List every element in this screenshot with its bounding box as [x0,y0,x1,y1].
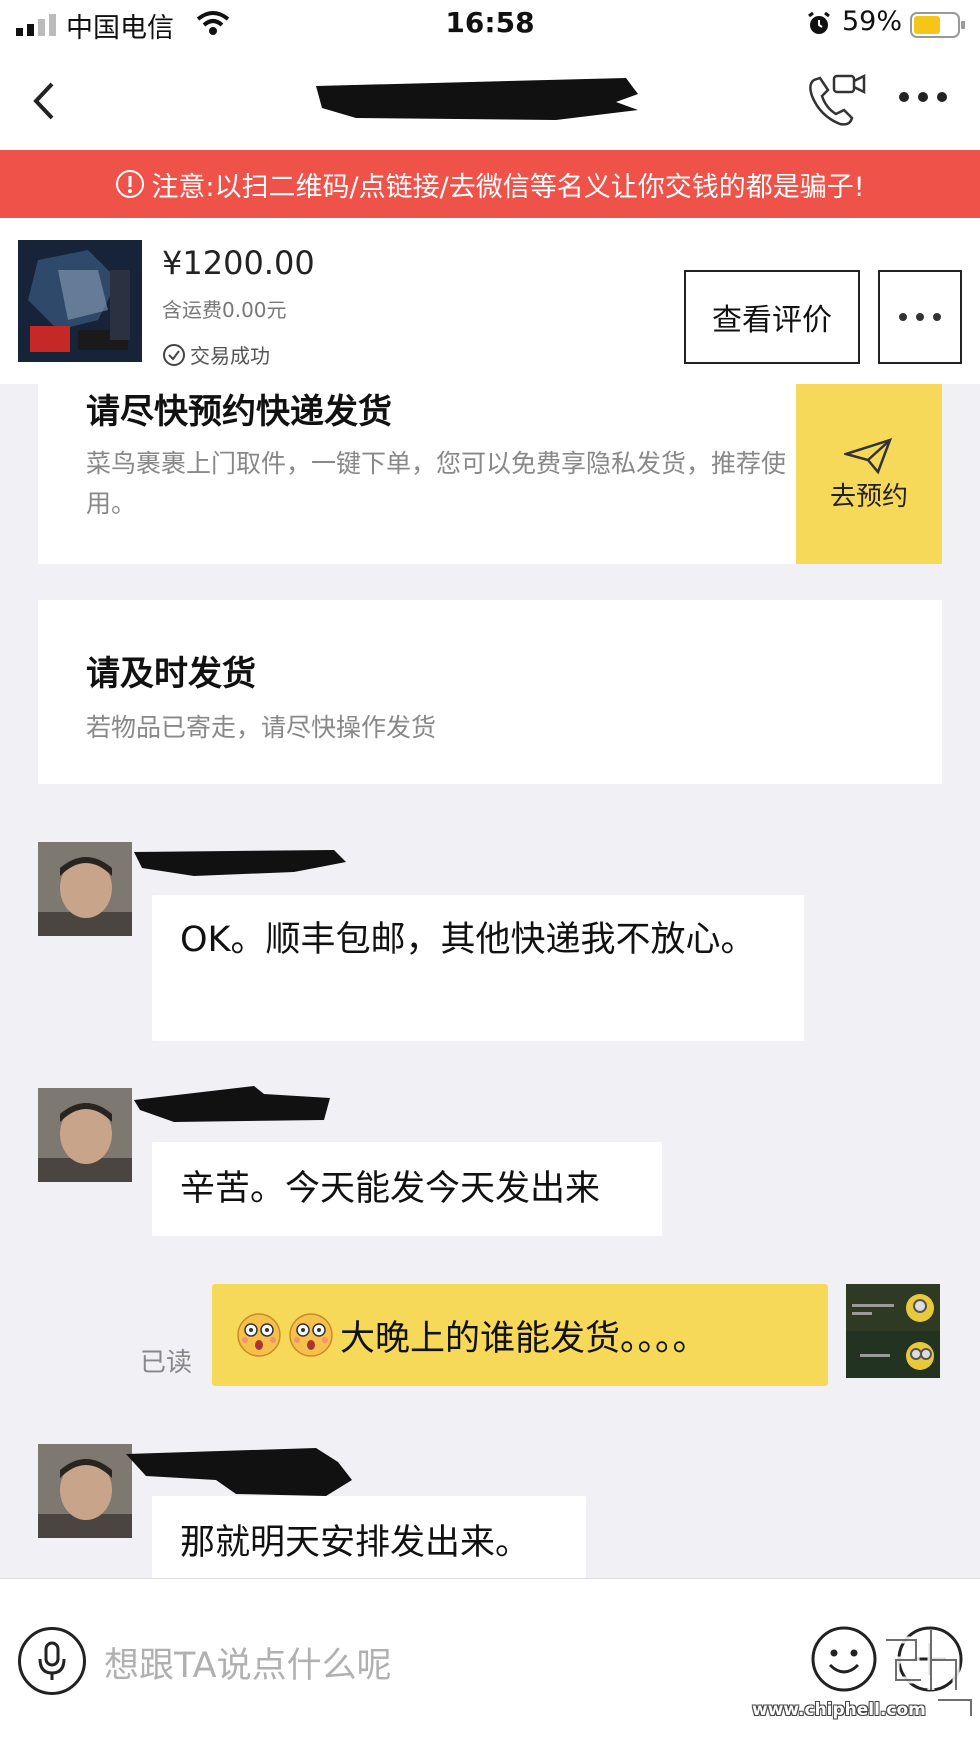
redacted-sender-name [126,1448,352,1496]
view-review-button[interactable]: 查看评价 [684,270,860,364]
emoji-button-icon[interactable] [810,1625,878,1693]
message-bubble: 辛苦。今天能发今天发出来 [152,1142,662,1236]
redacted-sender-name [134,850,346,876]
avatar[interactable] [38,842,132,936]
scam-warning-banner: 注意:以扫二维码/点链接/去微信等名义让你交钱的都是骗子! [0,150,980,218]
shocked-emoji-icon [237,1313,281,1357]
shocked-emoji-icon [289,1313,333,1357]
product-image[interactable] [18,240,142,362]
reserve-card-title: 请尽快预约快递发货 [86,392,392,432]
warning-icon [116,170,145,198]
message-bubble: 那就明天安排发出来。 [152,1496,586,1578]
ship-card-desc: 若物品已寄走，请尽快操作发货 [86,713,437,742]
more-dots-icon [899,313,941,321]
clock: 16:58 [445,6,535,39]
redacted-title [316,78,638,120]
shipping-fee: 含运费0.00元 [162,298,287,322]
microphone-icon [38,1641,66,1680]
trade-status: 交易成功 [162,340,270,369]
battery-percentage: 59% [842,6,903,37]
reserve-button[interactable]: 去预约 [796,384,942,564]
warning-text: 注意:以扫二维码/点链接/去微信等名义让你交钱的都是骗子! [151,171,865,203]
avatar[interactable] [38,1088,132,1182]
check-circle-icon [163,343,185,366]
my-avatar[interactable] [846,1284,940,1378]
reserve-card-desc: 菜鸟裹裹上门取件，一键下单，您可以免费享隐私发货，推荐使用。 [86,449,787,518]
trade-status-text: 交易成功 [190,344,270,368]
status-bar: 中国电信 16:58 59% [0,0,980,50]
more-icon[interactable] [898,90,948,104]
product-more-button[interactable] [878,270,962,364]
message-input[interactable]: 想跟TA说点什么呢 [104,1637,392,1688]
voice-button[interactable] [18,1627,86,1695]
reserve-courier-card: 请尽快预约快递发货 菜鸟裹裹上门取件，一键下单，您可以免费享隐私发货，推荐使用。… [38,384,942,564]
ship-reminder-card: 请及时发货 若物品已寄走，请尽快操作发货 [38,600,942,784]
paper-plane-icon [844,437,893,474]
ship-card-title: 请及时发货 [86,654,256,694]
product-summary: ¥1200.00 含运费0.00元 交易成功 查看评价 [0,218,980,384]
my-message-text: 大晚上的谁能发货。。。。 [340,1318,708,1359]
watermark-url: www.chiphell.com [752,1700,926,1720]
my-message-bubble: 大晚上的谁能发货。。。。 [212,1284,828,1386]
battery-icon [910,12,965,38]
read-receipt: 已读 [140,1348,193,1378]
redacted-sender-name [134,1086,330,1122]
avatar[interactable] [38,1444,132,1538]
message-bubble: OK。顺丰包邮，其他快递我不放心。 [152,895,804,1041]
product-price: ¥1200.00 [162,244,315,282]
alarm-icon [808,11,830,34]
back-arrow-icon[interactable] [30,78,60,124]
reserve-button-label: 去预约 [829,481,908,512]
nav-bar [0,50,980,150]
call-icon[interactable] [806,70,868,128]
